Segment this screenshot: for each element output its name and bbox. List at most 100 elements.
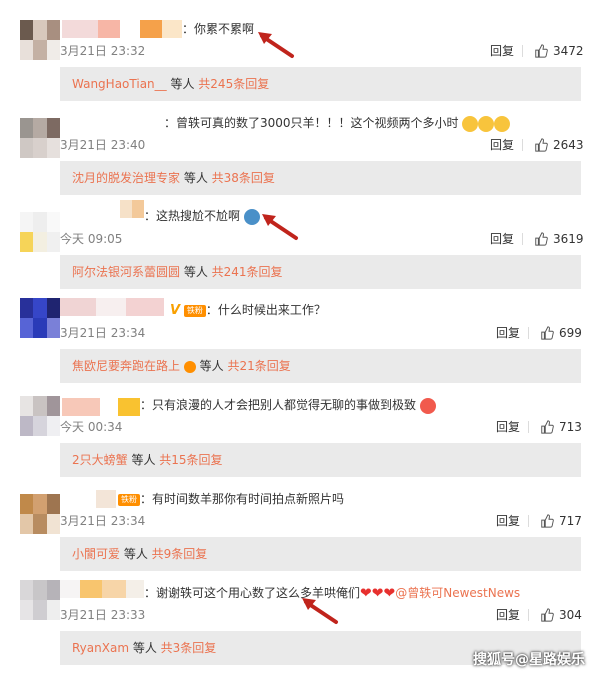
avatar[interactable] <box>20 494 60 534</box>
subreply-count[interactable]: 共15条回复 <box>159 453 222 467</box>
mention-link[interactable]: @曾轶可NewestNews <box>395 586 520 600</box>
like-button[interactable]: 3472 <box>534 43 584 59</box>
subreply-mid: 等人 <box>127 453 160 467</box>
subreply-user[interactable]: 阿尔法银河系蕾圆圆 <box>72 265 180 279</box>
subreply-count[interactable]: 共38条回复 <box>212 171 275 185</box>
subreply-user[interactable]: 2只大螃蟹 <box>72 453 128 467</box>
subreply-bar[interactable]: 2只大螃蟹 等人 共15条回复 <box>60 443 581 477</box>
divider <box>528 327 529 339</box>
like-count: 3472 <box>553 44 584 58</box>
like-button[interactable]: 699 <box>540 325 582 341</box>
subreply-count[interactable]: 共21条回复 <box>227 359 290 373</box>
smiley-emoji-icon <box>494 115 511 132</box>
divider <box>528 421 529 433</box>
blurred-username[interactable] <box>62 398 140 416</box>
comment-time[interactable]: 3月21日 23:40 <box>60 137 145 153</box>
like-count: 699 <box>559 326 582 340</box>
subreply-mid: 等人 <box>166 77 199 91</box>
comment-text: 铁粉 ：有时间数羊那你有时间拍点新照片吗 <box>118 490 344 508</box>
reply-button[interactable]: 回复 <box>490 231 514 247</box>
comment-text-content: ：这热搜尬不尬啊 <box>144 209 241 223</box>
watermark: 搜狐号@星路娱乐 <box>473 652 585 668</box>
thumbs-up-icon <box>541 608 554 622</box>
smiley-emoji-icon <box>462 115 479 132</box>
verified-v-icon: V <box>170 302 181 318</box>
reply-button[interactable]: 回复 <box>490 137 514 153</box>
like-count: 2643 <box>553 138 584 152</box>
subreply-count[interactable]: 共245条回复 <box>198 77 269 91</box>
subreply-bar[interactable]: 焦欧尼要奔跑在路上 等人 共21条回复 <box>60 349 581 383</box>
avatar[interactable] <box>20 20 60 60</box>
doraemon-emoji-icon <box>243 208 260 225</box>
like-button[interactable]: 2643 <box>534 137 584 153</box>
subreply-user[interactable]: 沈月的脱发治理专家 <box>72 171 180 185</box>
heart-emoji-icon: ❤ <box>383 585 396 602</box>
subreply-user[interactable]: WangHaoTian__ <box>72 77 167 91</box>
avatar[interactable] <box>20 298 60 338</box>
thumbs-up-icon <box>541 514 554 528</box>
comment-text: ：你累不累啊 <box>182 22 255 36</box>
subreply-user[interactable]: 焦欧尼要奔跑在路上 <box>72 359 180 373</box>
subreply-user[interactable]: 小閬可爱 <box>72 547 120 561</box>
fan-badge: 铁粉 <box>118 493 140 506</box>
comment-time[interactable]: 今天 09:05 <box>60 231 122 247</box>
blurred-username[interactable] <box>96 490 116 508</box>
comment-text: ：曾轶可真的数了3000只羊！！！这个视频两个多小时 <box>164 114 511 132</box>
reply-button[interactable]: 回复 <box>496 607 520 623</box>
comment-text-content: ：有时间数羊那你有时间拍点新照片吗 <box>140 492 345 506</box>
avatar[interactable] <box>20 396 60 436</box>
subreply-mid: 等人 <box>195 359 228 373</box>
subreply-mid: 等人 <box>180 265 212 279</box>
subreply-mid: 等人 <box>129 641 161 655</box>
avatar[interactable] <box>20 212 60 252</box>
subreply-count[interactable]: 共9条回复 <box>152 547 208 561</box>
avatar[interactable] <box>20 118 60 158</box>
blurred-username[interactable] <box>62 20 182 38</box>
avatar[interactable] <box>20 580 60 620</box>
like-button[interactable]: 717 <box>540 513 582 529</box>
subreply-count[interactable]: 共3条回复 <box>161 641 217 655</box>
smiley-emoji-icon <box>478 115 495 132</box>
comment-text: ：这热搜尬不尬啊 <box>144 207 260 225</box>
reply-button[interactable]: 回复 <box>490 43 514 59</box>
like-button[interactable]: 304 <box>540 607 582 623</box>
red-arrow-annotation <box>262 214 298 240</box>
like-count: 717 <box>559 514 582 528</box>
kiss-emoji-icon <box>419 397 436 414</box>
comment-time[interactable]: 3月21日 23:34 <box>60 513 145 529</box>
subreply-bar[interactable]: WangHaoTian__ 等人 共245条回复 <box>60 67 581 101</box>
reply-button[interactable]: 回复 <box>496 419 520 435</box>
subreply-bar[interactable]: 沈月的脱发治理专家 等人 共38条回复 <box>60 161 581 195</box>
comment-time[interactable]: 3月21日 23:34 <box>60 325 145 341</box>
blurred-username[interactable] <box>60 580 144 598</box>
heart-emoji-icon: ❤ <box>371 585 384 602</box>
fan-badge: 铁粉 <box>183 304 206 317</box>
like-count: 713 <box>559 420 582 434</box>
fan-badge-icon <box>183 360 196 373</box>
blurred-username[interactable] <box>120 200 144 218</box>
subreply-mid: 等人 <box>120 547 152 561</box>
comment-time[interactable]: 今天 00:34 <box>60 419 122 435</box>
like-button[interactable]: 713 <box>540 419 582 435</box>
divider <box>522 233 523 245</box>
comment-time[interactable]: 3月21日 23:32 <box>60 43 145 59</box>
comment-text-content: ：什么时候出来工作？ <box>205 303 326 317</box>
divider <box>522 45 523 57</box>
red-arrow-annotation <box>302 598 338 624</box>
reply-button[interactable]: 回复 <box>496 513 520 529</box>
thumbs-up-icon <box>535 44 548 58</box>
subreply-bar[interactable]: 小閬可爱 等人 共9条回复 <box>60 537 581 571</box>
comment-time[interactable]: 3月21日 23:33 <box>60 607 145 623</box>
reply-button[interactable]: 回复 <box>496 325 520 341</box>
red-arrow-annotation <box>258 32 294 58</box>
subreply-bar[interactable]: 阿尔法银河系蕾圆圆 等人 共241条回复 <box>60 255 581 289</box>
subreply-user[interactable]: RyanXam <box>72 641 129 655</box>
divider <box>528 609 529 621</box>
like-button[interactable]: 3619 <box>534 231 584 247</box>
heart-emoji-icon: ❤ <box>360 585 372 602</box>
subreply-mid: 等人 <box>180 171 212 185</box>
subreply-count[interactable]: 共241条回复 <box>212 265 283 279</box>
blurred-username[interactable] <box>60 298 164 316</box>
thumbs-up-icon <box>535 232 548 246</box>
like-count: 3619 <box>553 232 584 246</box>
